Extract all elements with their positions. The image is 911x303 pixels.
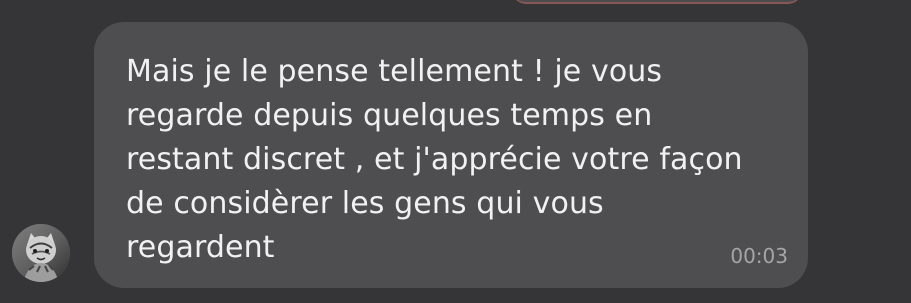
avatar[interactable] <box>12 224 70 282</box>
message-bubble[interactable]: Mais je le pense tellement ! je vous reg… <box>94 22 808 288</box>
incoming-message-row: Mais je le pense tellement ! je vous reg… <box>0 0 911 303</box>
chat-area: Mais je le pense tellement ! je vous reg… <box>0 0 911 303</box>
profile-photo-icon <box>12 224 70 282</box>
message-text: Mais je le pense tellement ! je vous reg… <box>126 54 743 265</box>
message-timestamp: 00:03 <box>730 244 788 268</box>
